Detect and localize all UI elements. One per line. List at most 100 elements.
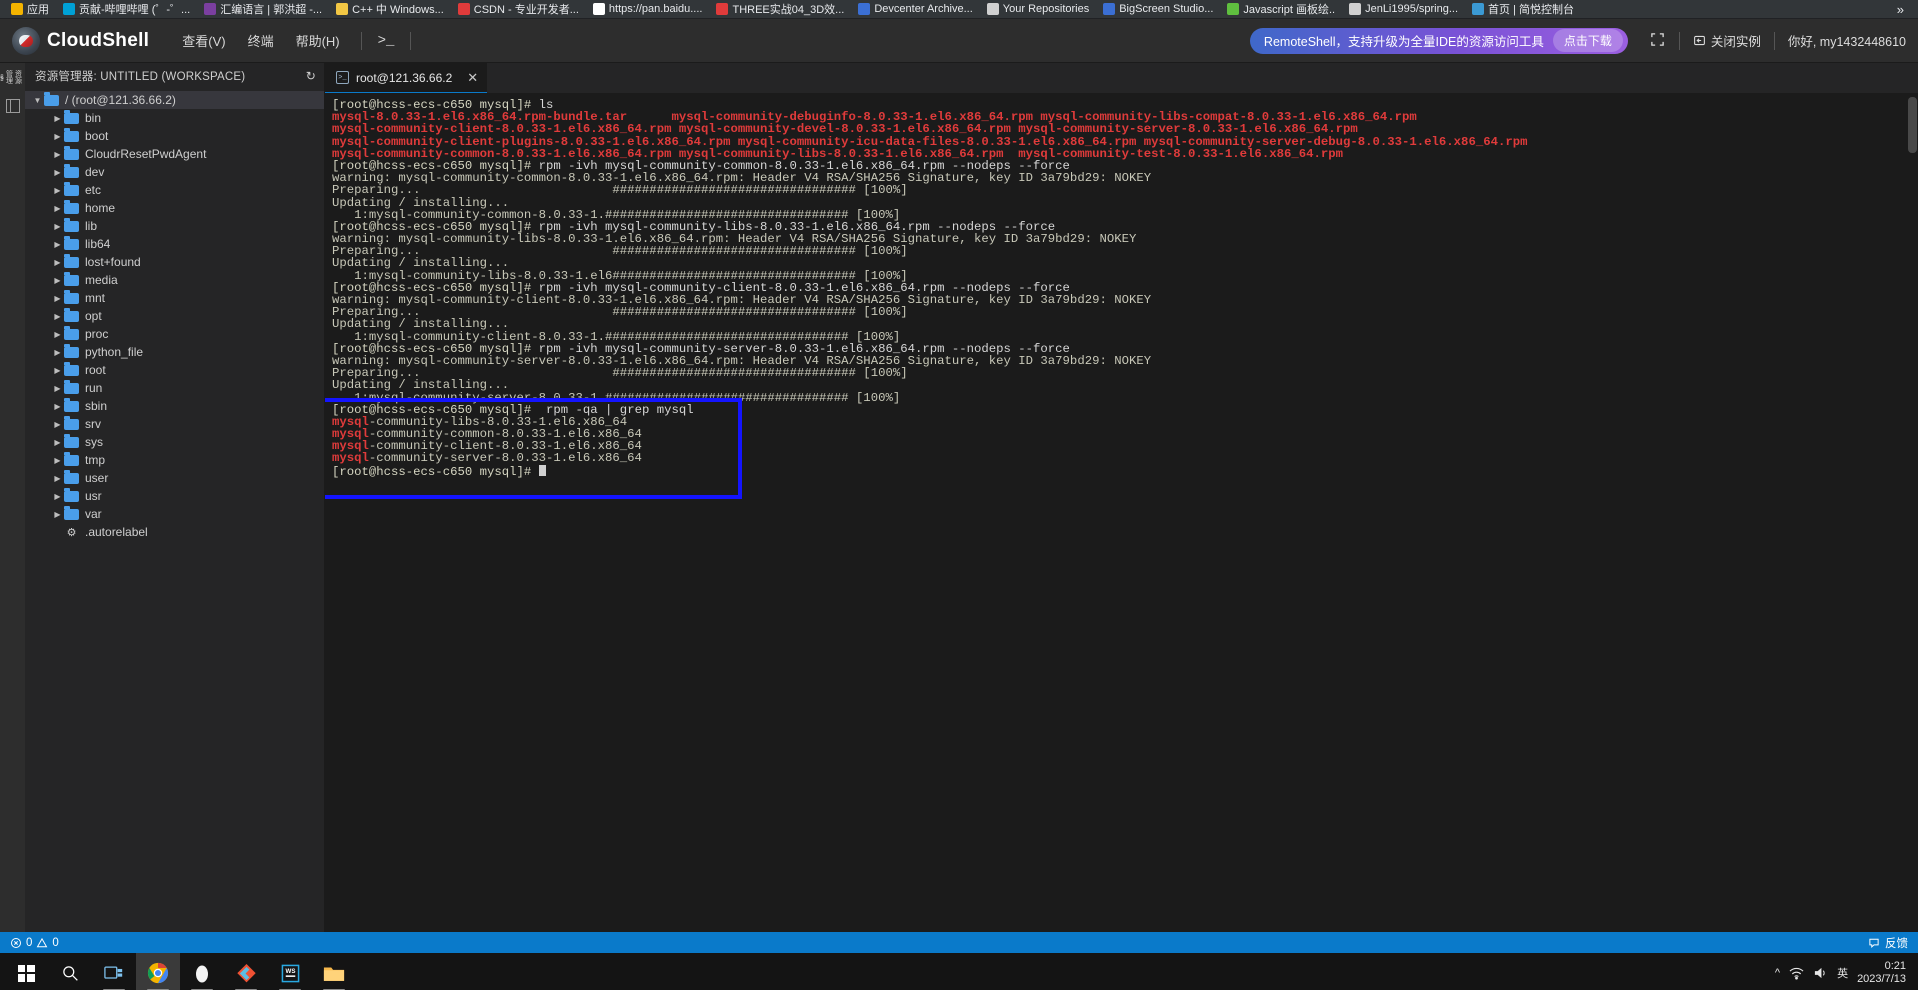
terminal-output[interactable]: [root@hcss-ecs-c650 mysql]# ls mysql-8.0.… [325,93,1918,932]
chevron-right-icon[interactable]: ▶ [51,240,64,249]
tree-item[interactable]: ▶ bin [25,109,324,127]
chevron-right-icon[interactable]: ▶ [51,510,64,519]
white-egg-icon[interactable] [180,953,224,990]
bookmark-item[interactable]: THREE实战04_3D效... [709,1,851,18]
system-tray: ^ 英 0:21 2023/7/13 [1775,960,1914,986]
fullscreen-icon[interactable] [1650,32,1665,50]
bookmark-item[interactable]: 首页 | 简悦控制台 [1465,1,1581,18]
menu-view[interactable]: 查看(V) [171,27,236,54]
bookmark-item[interactable]: Your Repositories [980,1,1096,18]
tree-item[interactable]: ▶ usr [25,487,324,505]
bookmark-label: CSDN - 专业开发者... [473,4,579,16]
terminal-tabstrip: >_ root@121.36.66.2 ✕ [325,63,1918,93]
terminal-scrollbar[interactable] [1908,97,1917,153]
tree-item[interactable]: ▶ run [25,379,324,397]
status-bar-right[interactable]: 反馈 [1868,935,1908,951]
chevron-right-icon[interactable]: ▶ [51,222,64,231]
chevron-right-icon[interactable]: ▶ [51,420,64,429]
bookmark-item[interactable]: 汇编语言 | 郭洪超 -... [197,1,329,18]
chevron-right-icon[interactable]: ▶ [51,204,64,213]
terminal-line: Preparing... ###########################… [332,183,908,198]
tree-item[interactable]: ▶ media [25,271,324,289]
chevron-right-icon[interactable]: ▶ [51,456,64,465]
chevron-right-icon[interactable]: ▶ [51,366,64,375]
chevron-right-icon[interactable]: ▶ [51,168,64,177]
clock[interactable]: 0:21 2023/7/13 [1857,960,1906,986]
tree-item[interactable]: ▶ home [25,199,324,217]
tree-item[interactable]: ▶ sys [25,433,324,451]
tree-item[interactable]: ▶ opt [25,307,324,325]
search-icon[interactable] [48,953,92,990]
bookmark-item[interactable]: C++ 中 Windows... [329,1,451,18]
tree-item[interactable]: ▶ etc [25,181,324,199]
tree-item[interactable]: ▶ boot [25,127,324,145]
tree-item[interactable]: ▶ root [25,361,324,379]
tray-chevron-up-icon[interactable]: ^ [1775,967,1780,979]
chevron-right-icon[interactable]: ▶ [51,150,64,159]
bookmark-item[interactable]: 贡献-哔哩哔哩 (゜-゜... [56,1,197,18]
note-icon [204,3,217,15]
refresh-icon[interactable]: ↻ [306,69,316,83]
menu-terminal[interactable]: 终端 [237,27,285,54]
chevron-right-icon[interactable]: ▶ [51,132,64,141]
bookmark-item[interactable]: Javascript 画板绘.. [1220,1,1342,18]
chevron-right-icon[interactable]: ▶ [51,258,64,267]
new-terminal-icon[interactable]: >_ [372,31,401,51]
rail-files-icon[interactable] [5,99,20,113]
chrome-icon[interactable] [136,953,180,990]
ime-indicator[interactable]: 英 [1837,965,1848,981]
tree-item[interactable]: ▶ srv [25,415,324,433]
rail-explorer-icon[interactable]: 资源管理器 [0,67,23,87]
remoteshell-promo-banner[interactable]: RemoteShell，支持升级为全量IDE的资源访问工具 点击下载 [1249,27,1628,54]
tree-item[interactable]: ▶ tmp [25,451,324,469]
chevron-down-icon[interactable]: ▼ [31,96,44,105]
tree-root-item[interactable]: ▼ / (root@121.36.66.2) [25,91,324,109]
close-icon[interactable]: ✕ [459,70,478,86]
tree-item[interactable]: ▶ var [25,505,324,523]
volume-icon[interactable] [1813,966,1828,980]
tree-item[interactable]: ▶ sbin [25,397,324,415]
chevron-right-icon[interactable]: ▶ [51,402,64,411]
tree-item[interactable]: ⚙ .autorelabel [25,523,324,541]
chevron-right-icon[interactable]: ▶ [51,276,64,285]
tree-item[interactable]: ▶ lib64 [25,235,324,253]
bookmark-item[interactable]: Devcenter Archive... [851,1,979,18]
wps-icon[interactable]: WS [268,953,312,990]
tree-item[interactable]: ▶ proc [25,325,324,343]
tree-item[interactable]: ▶ user [25,469,324,487]
network-icon[interactable] [1789,966,1804,980]
bookmark-item[interactable]: 应用 [4,1,56,18]
git-diamond-icon[interactable] [224,953,268,990]
chevron-right-icon[interactable]: ▶ [51,492,64,501]
chevron-right-icon[interactable]: ▶ [51,186,64,195]
tree-item-label: mnt [85,291,106,305]
tree-item[interactable]: ▶ lib [25,217,324,235]
chevron-right-icon[interactable]: ▶ [51,348,64,357]
tree-item[interactable]: ▶ dev [25,163,324,181]
tree-item[interactable]: ▶ CloudrResetPwdAgent [25,145,324,163]
chevron-right-icon[interactable]: ▶ [51,384,64,393]
bookmark-item[interactable]: BigScreen Studio... [1096,1,1220,18]
chevron-right-icon[interactable]: ▶ [51,312,64,321]
tree-item[interactable]: ▶ python_file [25,343,324,361]
bookmark-item[interactable]: https://pan.baidu.... [586,1,710,18]
chevron-right-icon[interactable]: ▶ [51,474,64,483]
bookmark-overflow-icon[interactable]: » [1897,2,1914,17]
problems-indicator[interactable]: 0 0 [10,937,59,949]
bookmark-item[interactable]: JenLi1995/spring... [1342,1,1465,18]
user-greeting[interactable]: 你好, my1432448610 [1775,31,1906,50]
chevron-right-icon[interactable]: ▶ [51,330,64,339]
chevron-right-icon[interactable]: ▶ [51,114,64,123]
close-instance-button[interactable]: 关闭实例 [1680,31,1774,50]
file-explorer-icon[interactable] [312,953,356,990]
windows-start-icon[interactable] [4,953,48,990]
terminal-tab[interactable]: >_ root@121.36.66.2 ✕ [325,63,488,93]
tree-item[interactable]: ▶ lost+found [25,253,324,271]
tree-item[interactable]: ▶ mnt [25,289,324,307]
promo-download-button[interactable]: 点击下载 [1552,29,1623,52]
bookmark-item[interactable]: CSDN - 专业开发者... [451,1,586,18]
task-view-icon[interactable] [92,953,136,990]
chevron-right-icon[interactable]: ▶ [51,438,64,447]
menu-help[interactable]: 帮助(H) [285,27,351,54]
chevron-right-icon[interactable]: ▶ [51,294,64,303]
